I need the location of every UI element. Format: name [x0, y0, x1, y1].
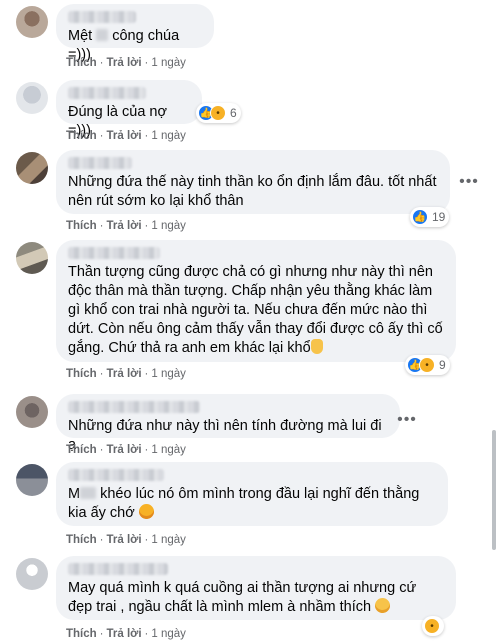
- reaction-count: 6: [230, 106, 237, 120]
- comment-text: Thần tượng cũng được chả có gì nhưng như…: [68, 264, 447, 356]
- reaction-summary[interactable]: •: [422, 616, 444, 636]
- author-name[interactable]: [68, 157, 132, 169]
- avatar[interactable]: [16, 82, 48, 114]
- reaction-summary[interactable]: 👍 • 9: [405, 355, 450, 375]
- comment-bubble: Những đứa thế này tinh thần ko ổn định l…: [56, 150, 450, 214]
- sweat-smile-icon: [375, 598, 391, 613]
- like-link[interactable]: Thích: [66, 444, 97, 456]
- avatar[interactable]: [16, 152, 48, 184]
- comment-text: M khéo lúc nó ôm mình trong đầu lại nghĩ…: [68, 486, 424, 521]
- author-name[interactable]: [68, 11, 136, 23]
- like-reaction-icon: 👍: [412, 209, 428, 225]
- like-link[interactable]: Thích: [66, 534, 97, 546]
- comment-bubble: Đúng là của nợ =))): [56, 80, 202, 139]
- reply-link[interactable]: Trả lời: [107, 444, 142, 456]
- like-link[interactable]: Thích: [66, 628, 97, 640]
- reaction-summary[interactable]: 👍 19: [410, 207, 450, 227]
- reply-link[interactable]: Trả lời: [107, 130, 142, 142]
- timestamp[interactable]: 1 ngày: [151, 534, 186, 546]
- reaction-summary[interactable]: 👍 • 6: [196, 103, 241, 123]
- timestamp[interactable]: 1 ngày: [151, 368, 186, 380]
- like-link[interactable]: Thích: [66, 368, 97, 380]
- comment-text: May quá mình k quá cuồng ai thần tượng a…: [68, 580, 421, 615]
- author-name[interactable]: [68, 87, 146, 99]
- comment-actions: Thích · Trả lời · 1 ngày: [66, 534, 186, 546]
- like-link[interactable]: Thích: [66, 220, 97, 232]
- reply-link[interactable]: Trả lời: [107, 534, 142, 546]
- comment-text: Những đứa thế này tinh thần ko ổn định l…: [68, 174, 441, 209]
- avatar[interactable]: [16, 242, 48, 274]
- dizzy-face-icon: [138, 504, 154, 519]
- avatar[interactable]: [16, 6, 48, 38]
- timestamp[interactable]: 1 ngày: [151, 130, 186, 142]
- reaction-count: 19: [432, 210, 446, 224]
- like-link[interactable]: Thích: [66, 130, 97, 142]
- reply-link[interactable]: Trả lời: [107, 628, 142, 640]
- avatar[interactable]: [16, 464, 48, 496]
- like-link[interactable]: Thích: [66, 57, 97, 69]
- author-name[interactable]: [68, 469, 164, 481]
- comment-actions: Thích · Trả lời · 1 ngày: [66, 130, 186, 142]
- redacted-text: [80, 487, 97, 499]
- haha-reaction-icon: •: [419, 357, 435, 373]
- author-name[interactable]: [68, 247, 160, 259]
- timestamp[interactable]: 1 ngày: [151, 220, 186, 232]
- author-name[interactable]: [68, 563, 168, 575]
- more-options-icon[interactable]: •••: [459, 174, 479, 196]
- timestamp[interactable]: 1 ngày: [151, 444, 186, 456]
- reaction-count: 9: [439, 358, 446, 372]
- redacted-text: [96, 29, 109, 41]
- avatar[interactable]: [16, 396, 48, 428]
- reply-link[interactable]: Trả lời: [107, 368, 142, 380]
- comment-actions: Thích · Trả lời · 1 ngày: [66, 220, 186, 232]
- comment-actions: Thích · Trả lời · 1 ngày: [66, 368, 186, 380]
- comment-bubble: M khéo lúc nó ôm mình trong đầu lại nghĩ…: [56, 462, 448, 526]
- comment-bubble: Thần tượng cũng được chả có gì nhưng như…: [56, 240, 456, 362]
- haha-reaction-icon: •: [210, 105, 226, 121]
- comment-bubble: May quá mình k quá cuồng ai thần tượng a…: [56, 556, 456, 620]
- haha-reaction-icon: •: [424, 618, 440, 634]
- comment-bubble: Những đứa như này thì nên tính đường mà …: [56, 394, 400, 453]
- scrollbar-thumb[interactable]: [492, 430, 496, 550]
- more-options-icon[interactable]: •••: [397, 412, 417, 434]
- comment-actions: Thích · Trả lời · 1 ngày: [66, 444, 186, 456]
- timestamp[interactable]: 1 ngày: [151, 628, 186, 640]
- reply-link[interactable]: Trả lời: [107, 57, 142, 69]
- comment-bubble: Mệt công chúa =))): [56, 4, 214, 63]
- comment-actions: Thích · Trả lời · 1 ngày: [66, 57, 186, 69]
- comment-actions: Thích · Trả lời · 1 ngày: [66, 628, 186, 640]
- timestamp[interactable]: 1 ngày: [151, 57, 186, 69]
- reply-link[interactable]: Trả lời: [107, 220, 142, 232]
- author-name[interactable]: [68, 401, 200, 413]
- thumbs-up-icon: [310, 339, 323, 354]
- avatar[interactable]: [16, 558, 48, 590]
